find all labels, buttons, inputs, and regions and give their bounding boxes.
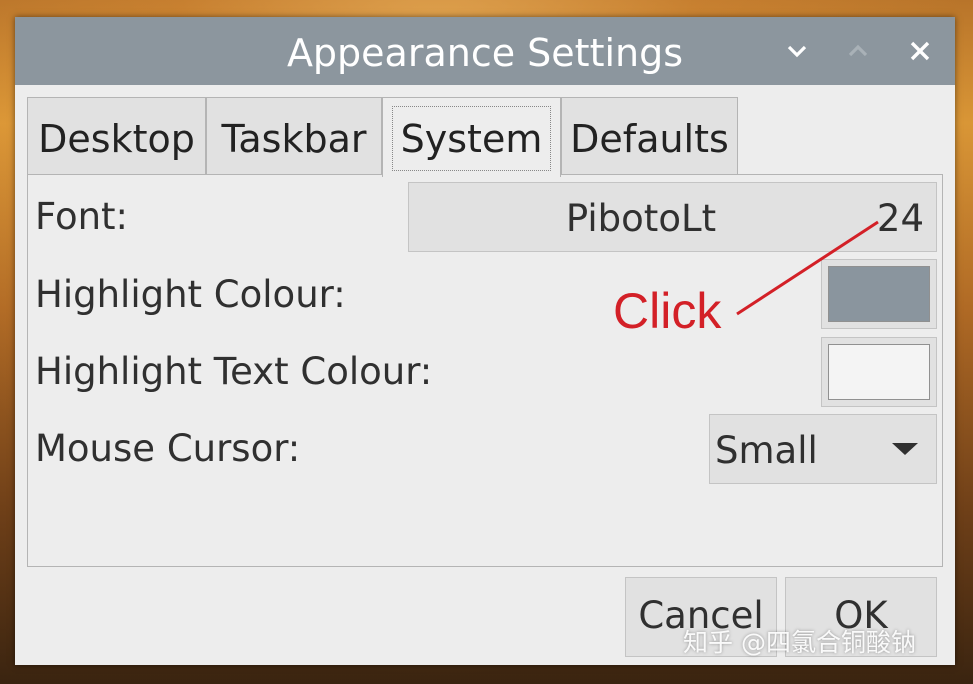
annotation-click-label: Click: [613, 283, 722, 339]
watermark: 知乎 @四氯合铜酸钠: [683, 628, 916, 657]
chevron-down-icon: [787, 45, 807, 58]
highlight-text-colour-button[interactable]: [821, 337, 937, 407]
minimize-button[interactable]: [777, 31, 817, 71]
highlight-colour-button[interactable]: [821, 259, 937, 329]
highlight-colour-swatch: [828, 266, 930, 322]
mouse-cursor-select[interactable]: Small: [709, 414, 937, 484]
maximize-button[interactable]: [838, 31, 878, 71]
highlight-text-colour-label: Highlight Text Colour:: [35, 350, 433, 393]
font-name: PibotoLt: [565, 197, 717, 240]
system-tab-panel: Font: PibotoLt 24 Highlight Colour: High…: [27, 174, 943, 567]
highlight-colour-label: Highlight Colour:: [35, 273, 346, 316]
tab-system[interactable]: System: [382, 97, 561, 177]
focus-ring: [392, 106, 551, 171]
dropdown-arrow-icon: [892, 443, 918, 455]
appearance-settings-dialog: Appearance Settings Desktop Taskbar Syst…: [15, 17, 955, 665]
chevron-up-icon: [848, 44, 868, 57]
close-icon: [910, 41, 930, 61]
highlight-text-colour-swatch: [828, 344, 930, 400]
tab-desktop[interactable]: Desktop: [27, 97, 206, 175]
font-picker-button[interactable]: PibotoLt 24: [408, 182, 937, 252]
tab-taskbar[interactable]: Taskbar: [206, 97, 382, 175]
font-label: Font:: [35, 195, 129, 238]
mouse-cursor-label: Mouse Cursor:: [35, 427, 301, 470]
font-size: 24: [876, 197, 924, 240]
mouse-cursor-value: Small: [715, 429, 818, 472]
title-bar[interactable]: Appearance Settings: [15, 17, 955, 85]
close-button[interactable]: [900, 31, 940, 71]
tab-defaults[interactable]: Defaults: [561, 97, 738, 175]
